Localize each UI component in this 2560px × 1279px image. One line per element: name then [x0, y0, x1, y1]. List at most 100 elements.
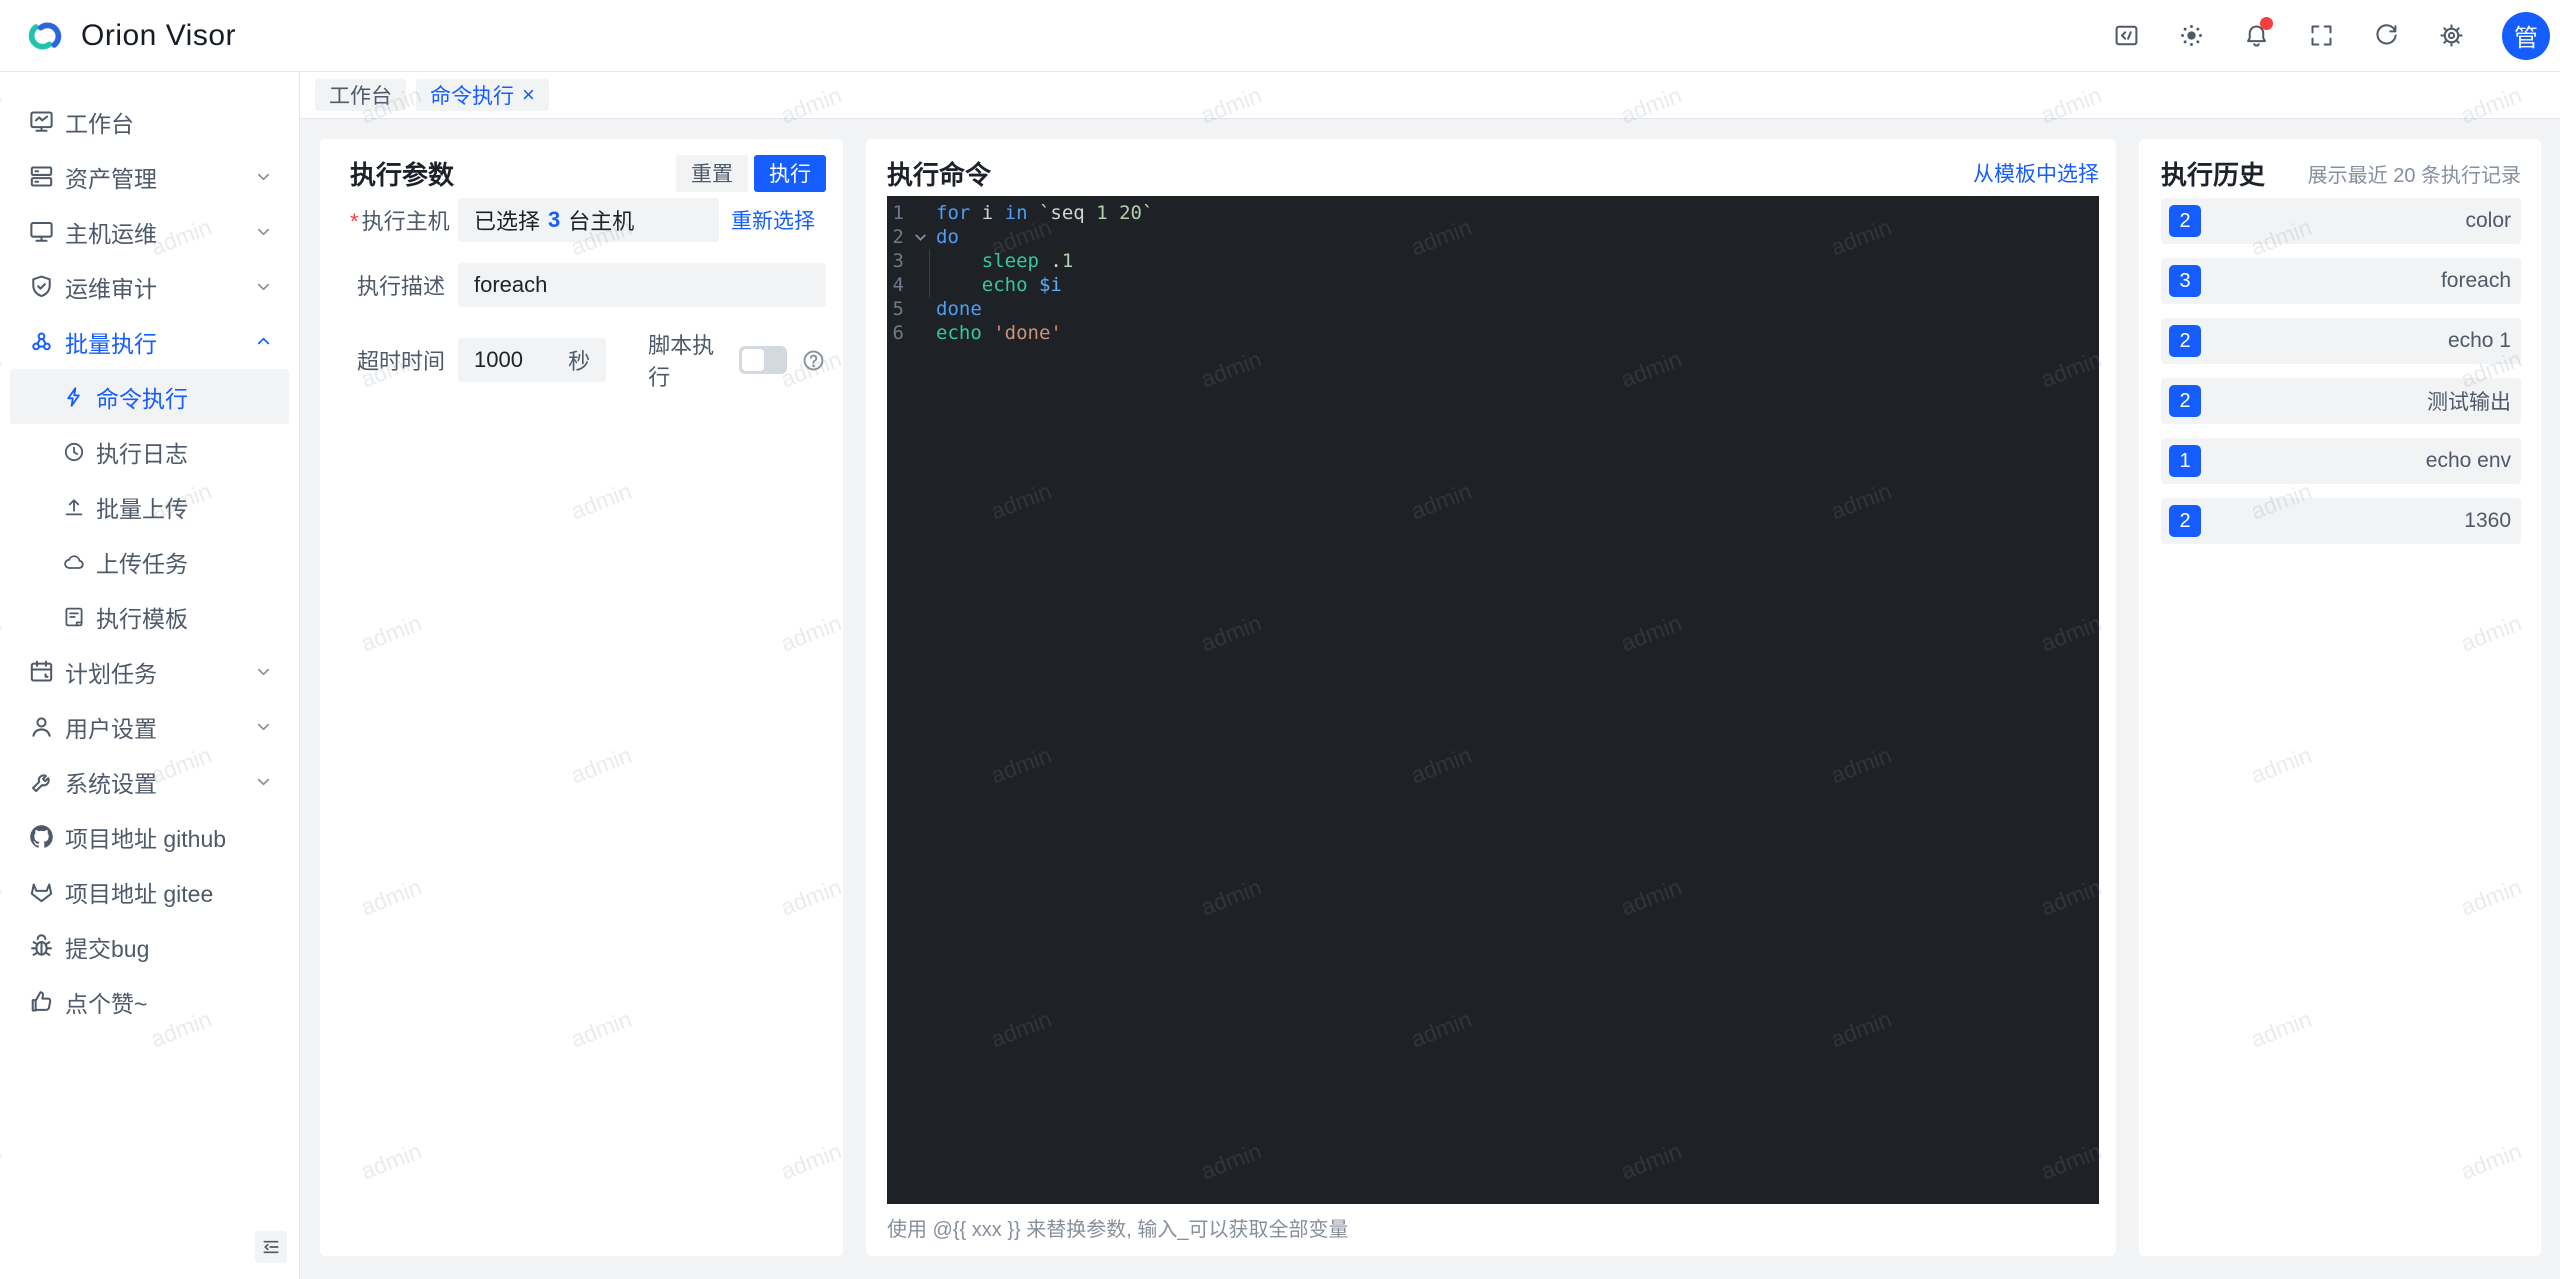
menu-fold-icon — [261, 1237, 281, 1257]
code-token: i — [970, 201, 1004, 225]
code-token: for — [936, 201, 970, 225]
sidebar-item-gitee[interactable]: 项目地址 gitee — [0, 864, 299, 919]
history-item[interactable]: 2测试输出 — [2161, 378, 2521, 424]
history-list: 2 color 3foreach 2echo 1 2测试输出 1echo env 21360 — [2161, 198, 2521, 544]
code-token: ` — [1142, 201, 1153, 225]
tab-command-exec[interactable]: 命令执行 × — [416, 79, 549, 111]
schedule-icon — [28, 658, 55, 685]
tab-bar: 工作台命令执行 × — [300, 72, 2560, 119]
sidebar-collapse-button[interactable] — [255, 1231, 287, 1263]
code-line: 1for i in `seq 1 20` — [887, 201, 2099, 225]
refresh-icon[interactable] — [2366, 16, 2406, 56]
tab-workbench[interactable]: 工作台 — [315, 79, 406, 111]
editor-hint: 使用 @{{ xxx }} 来替换参数, 输入_可以获取全部变量 — [887, 1213, 2099, 1242]
code-editor[interactable]: 1for i in `seq 1 20`2do3 sleep .14 echo … — [887, 196, 2099, 1204]
description-input[interactable]: foreach — [458, 263, 826, 307]
sidebar-item-bug[interactable]: 提交bug — [0, 919, 299, 974]
sidebar-item-label: 批量上传 — [96, 490, 272, 524]
sidebar-item-cloud[interactable]: 上传任务 — [0, 534, 299, 589]
exec-params-panel: 执行参数 重置 执行 *执行主机 已选择 3 台主机 重新选择 执 — [320, 139, 843, 1256]
fullscreen-icon[interactable] — [2301, 16, 2341, 56]
sidebar-item-user[interactable]: 用户设置 — [0, 699, 299, 754]
sidebar-item-schedule[interactable]: 计划任务 — [0, 644, 299, 699]
app-header: Orion Visor 管 — [0, 0, 2560, 72]
sidebar-item-assets[interactable]: 资产管理 — [0, 149, 299, 204]
sidebar-item-upload[interactable]: 批量上传 — [0, 479, 299, 534]
host-count-badge: 1 — [2169, 445, 2201, 477]
host-selected-prefix: 已选择 — [474, 204, 540, 236]
sidebar-item-label: 上传任务 — [96, 545, 272, 579]
script-exec-label: 脚本执行 — [648, 328, 725, 392]
history-subtitle: 展示最近 20 条执行记录 — [2308, 159, 2521, 188]
fold-chevron-icon — [904, 273, 936, 297]
code-settings-icon[interactable] — [2106, 16, 2146, 56]
script-exec-toggle[interactable] — [739, 346, 787, 374]
theme-icon[interactable] — [2171, 16, 2211, 56]
sidebar-item-label: 用户设置 — [65, 710, 255, 744]
chevron-up-icon — [255, 333, 272, 350]
fold-chevron-icon — [904, 297, 936, 321]
code-token — [982, 321, 993, 345]
sidebar-item-host[interactable]: 主机运维 — [0, 204, 299, 259]
code-token: 1 — [1062, 249, 1073, 273]
reset-button[interactable]: 重置 — [676, 155, 748, 192]
timeout-field-label: 超时时间 — [350, 344, 445, 376]
gitee-icon — [28, 878, 55, 905]
header-actions: 管 — [2106, 12, 2550, 60]
history-item[interactable]: 3foreach — [2161, 258, 2521, 304]
sidebar: 工作台资产管理主机运维运维审计批量执行命令执行执行日志批量上传上传任务执行模板计… — [0, 72, 300, 1279]
tab-close-icon[interactable]: × — [522, 84, 535, 106]
sidebar-item-batch[interactable]: 批量执行 — [0, 314, 299, 369]
sidebar-item-label: 项目地址 github — [65, 820, 272, 854]
host-selected-count: 3 — [548, 207, 560, 233]
host-count-badge: 2 — [2169, 505, 2201, 537]
history-item[interactable]: 2echo 1 — [2161, 318, 2521, 364]
notification-bell-icon[interactable] — [2236, 16, 2276, 56]
indent-guide — [929, 249, 930, 297]
sidebar-item-dashboard[interactable]: 工作台 — [0, 94, 299, 149]
sidebar-item-label: 计划任务 — [65, 655, 255, 689]
sidebar-item-log[interactable]: 执行日志 — [0, 424, 299, 479]
app-logo[interactable]: Orion Visor — [24, 15, 236, 57]
execute-button[interactable]: 执行 — [754, 155, 826, 192]
sidebar-item-label: 提交bug — [65, 930, 272, 964]
timeout-input[interactable]: 1000 秒 — [458, 338, 606, 382]
bug-icon — [28, 933, 55, 960]
history-item[interactable]: 1echo env — [2161, 438, 2521, 484]
sidebar-item-github[interactable]: 项目地址 github — [0, 809, 299, 864]
code-line: 5done — [887, 297, 2099, 321]
code-token: 1 20 — [1096, 201, 1142, 225]
sidebar-item-exec[interactable]: 命令执行 — [10, 369, 289, 424]
sidebar-item-label: 系统设置 — [65, 765, 255, 799]
chevron-down-icon — [255, 278, 272, 295]
sidebar-item-audit[interactable]: 运维审计 — [0, 259, 299, 314]
sidebar-item-label: 命令执行 — [96, 380, 272, 414]
line-number: 4 — [887, 273, 904, 297]
host-selection-box[interactable]: 已选择 3 台主机 — [458, 198, 719, 242]
code-token: 'done' — [993, 321, 1062, 345]
history-item[interactable]: 21360 — [2161, 498, 2521, 544]
params-panel-title: 执行参数 — [350, 155, 454, 192]
sidebar-item-like[interactable]: 点个赞~ — [0, 974, 299, 1029]
fold-chevron-icon[interactable] — [904, 225, 936, 249]
host-field-label: *执行主机 — [350, 204, 445, 236]
timeout-unit: 秒 — [568, 344, 590, 376]
select-from-template-link[interactable]: 从模板中选择 — [1973, 158, 2099, 188]
help-icon[interactable] — [801, 348, 826, 373]
params-form: *执行主机 已选择 3 台主机 重新选择 执行描述 foreach 超时时间 1… — [350, 198, 826, 392]
tab-label: 命令执行 — [430, 80, 514, 110]
reselect-hosts-link[interactable]: 重新选择 — [731, 205, 815, 235]
log-icon — [62, 440, 86, 464]
history-item[interactable]: 2 color — [2161, 198, 2521, 244]
host-count-badge: 2 — [2169, 205, 2201, 237]
history-item-label: color — [2465, 209, 2511, 233]
host-count-badge: 3 — [2169, 265, 2201, 297]
code-token: . — [1039, 249, 1062, 273]
sidebar-item-label: 项目地址 gitee — [65, 875, 272, 909]
sidebar-item-system[interactable]: 系统设置 — [0, 754, 299, 809]
dashboard-icon — [28, 108, 55, 135]
user-avatar[interactable]: 管 — [2502, 12, 2550, 60]
settings-gear-icon[interactable] — [2431, 16, 2471, 56]
system-icon — [28, 768, 55, 795]
sidebar-item-template[interactable]: 执行模板 — [0, 589, 299, 644]
